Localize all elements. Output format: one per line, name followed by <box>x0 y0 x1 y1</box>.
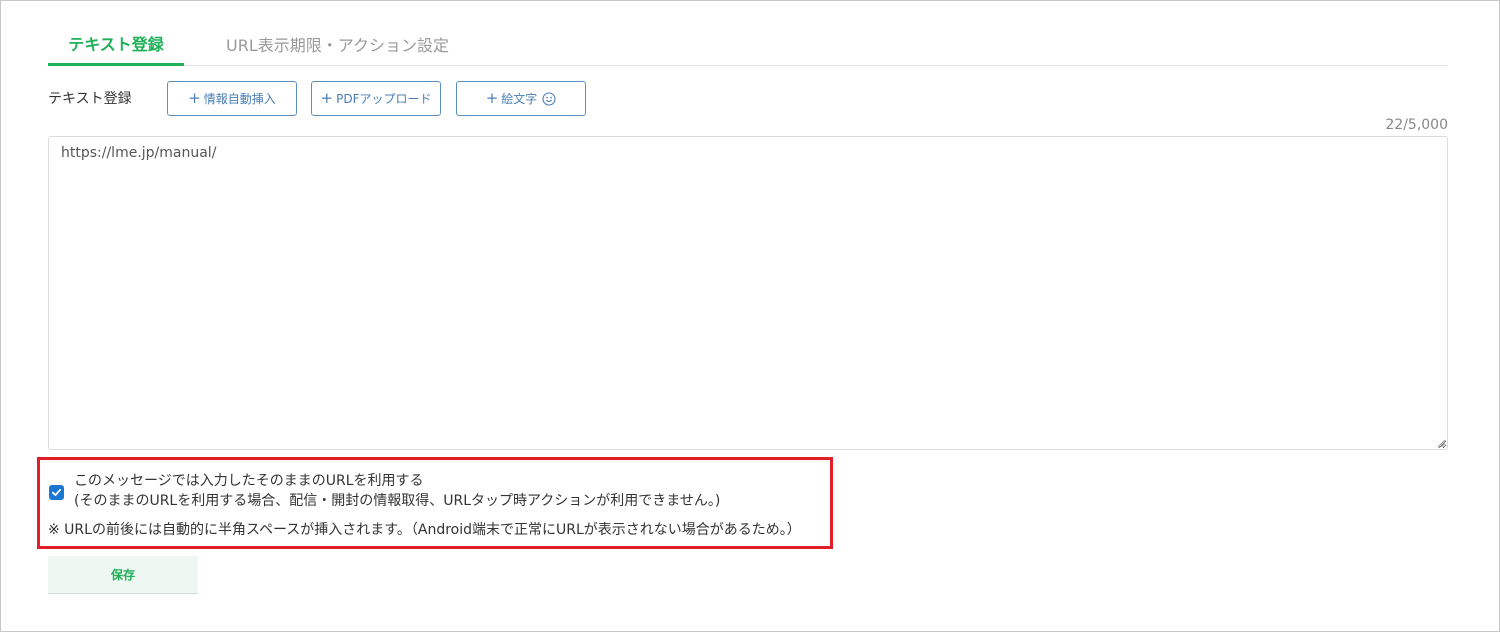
insert-info-button[interactable]: + 情報自動挿入 <box>167 81 297 116</box>
plus-icon: + <box>188 89 201 107</box>
plus-icon: + <box>485 89 499 107</box>
plus-icon: + <box>320 89 334 107</box>
use-raw-url-label[interactable]: このメッセージでは入力したそのままのURLを利用する <box>74 470 424 490</box>
tab-text-registration[interactable]: テキスト登録 <box>48 22 184 66</box>
character-counter: 22/5,000 <box>1385 117 1448 133</box>
pdf-upload-button[interactable]: + PDFアップロード <box>311 81 441 116</box>
check-icon <box>51 488 62 496</box>
tab-bar: テキスト登録 URL表示期限・アクション設定 <box>48 22 1448 66</box>
emoji-button[interactable]: + 絵文字 <box>456 81 586 116</box>
tab-url-expiry-action[interactable]: URL表示期限・アクション設定 <box>204 22 471 66</box>
smiley-icon <box>542 91 556 106</box>
toolbar-label: テキスト登録 <box>48 91 132 107</box>
pdf-upload-label: PDFアップロード <box>336 92 432 106</box>
use-raw-url-checkbox[interactable] <box>49 485 64 500</box>
use-raw-url-caveat: (そのままのURLを利用する場合、配信・開封の情報取得、URLタップ時アクション… <box>74 493 721 509</box>
save-button[interactable]: 保存 <box>48 556 198 594</box>
emoji-label: 絵文字 <box>501 92 538 106</box>
space-insertion-note: ※ URLの前後には自動的に半角スペースが挿入されます。（Android端末で正… <box>48 522 801 538</box>
insert-info-label: 情報自動挿入 <box>203 92 276 106</box>
message-textarea[interactable] <box>48 136 1448 450</box>
